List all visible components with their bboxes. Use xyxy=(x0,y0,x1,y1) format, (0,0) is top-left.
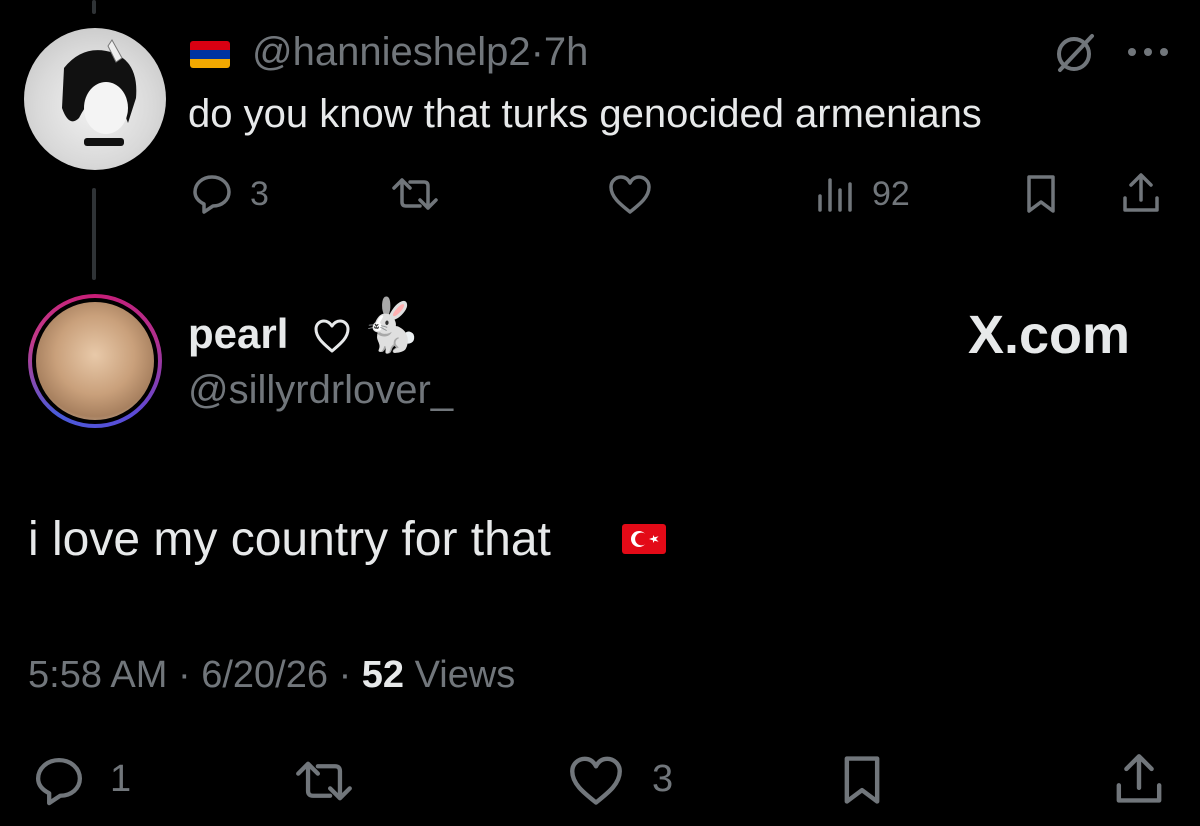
like-button[interactable] xyxy=(566,752,626,808)
share-button[interactable] xyxy=(1118,170,1164,216)
share-icon xyxy=(1123,173,1159,212)
rabbit-emoji: 🐇 xyxy=(358,297,423,355)
views-button[interactable] xyxy=(814,174,858,216)
tweet-meta: 5:58 AM · 6/20/26 · 52 Views xyxy=(28,654,515,697)
share-button[interactable] xyxy=(1110,750,1168,808)
reply-icon xyxy=(193,175,231,214)
user-handle[interactable]: @hannieshelp2 xyxy=(252,30,531,74)
retweet-button[interactable] xyxy=(290,754,358,808)
tweet-text: i love my country for that xyxy=(28,513,551,566)
grok-icon[interactable] xyxy=(1052,30,1098,76)
like-count: 3 xyxy=(652,758,674,800)
reply-count: 3 xyxy=(250,175,269,213)
bookmark-icon xyxy=(1027,175,1055,213)
reply-count: 1 xyxy=(110,758,132,800)
separator-dot: · xyxy=(177,654,191,696)
brand-watermark: X.com xyxy=(968,305,1131,365)
bookmark-button[interactable] xyxy=(1022,172,1060,216)
tweet-header: @hannieshelp2·7h xyxy=(252,30,588,75)
separator-dot: · xyxy=(530,30,544,74)
avatar-sillyrdrlover[interactable] xyxy=(28,294,162,428)
white-heart-icon xyxy=(312,316,352,356)
tweet-text: do you know that turks genocided armenia… xyxy=(188,92,982,136)
reply-button[interactable] xyxy=(30,754,88,808)
thread-line xyxy=(92,188,96,280)
turkey-flag-icon xyxy=(622,524,666,554)
avatar-illustration xyxy=(62,39,137,146)
avatar-hannieshelp2[interactable] xyxy=(24,28,166,170)
heart-icon xyxy=(609,175,651,214)
tweet-time[interactable]: 5:58 AM xyxy=(28,654,167,696)
retweet-button[interactable] xyxy=(388,172,442,216)
analytics-icon xyxy=(818,178,852,212)
like-button[interactable] xyxy=(606,172,654,216)
reply-icon xyxy=(35,757,83,806)
tweet-time[interactable]: 7h xyxy=(544,30,589,74)
avatar-illustration xyxy=(32,298,158,424)
separator-dot: · xyxy=(338,654,352,696)
views-count: 52 xyxy=(361,654,405,696)
bookmark-button[interactable] xyxy=(838,752,886,808)
armenia-flag-icon xyxy=(190,41,230,68)
bookmark-icon xyxy=(844,756,880,804)
user-handle[interactable]: @sillyrdrlover_ xyxy=(188,368,453,413)
views-count: 92 xyxy=(872,175,910,213)
reply-button[interactable] xyxy=(190,172,234,216)
retweet-icon xyxy=(296,761,352,801)
retweet-icon xyxy=(392,178,438,210)
heart-icon xyxy=(570,756,622,805)
views-label: Views xyxy=(414,654,516,696)
thread-line xyxy=(92,0,96,14)
more-options-icon[interactable] xyxy=(1124,38,1172,66)
tweet-date[interactable]: 6/20/26 xyxy=(201,654,328,696)
display-name[interactable]: pearl xyxy=(188,310,288,358)
share-icon xyxy=(1116,754,1162,803)
